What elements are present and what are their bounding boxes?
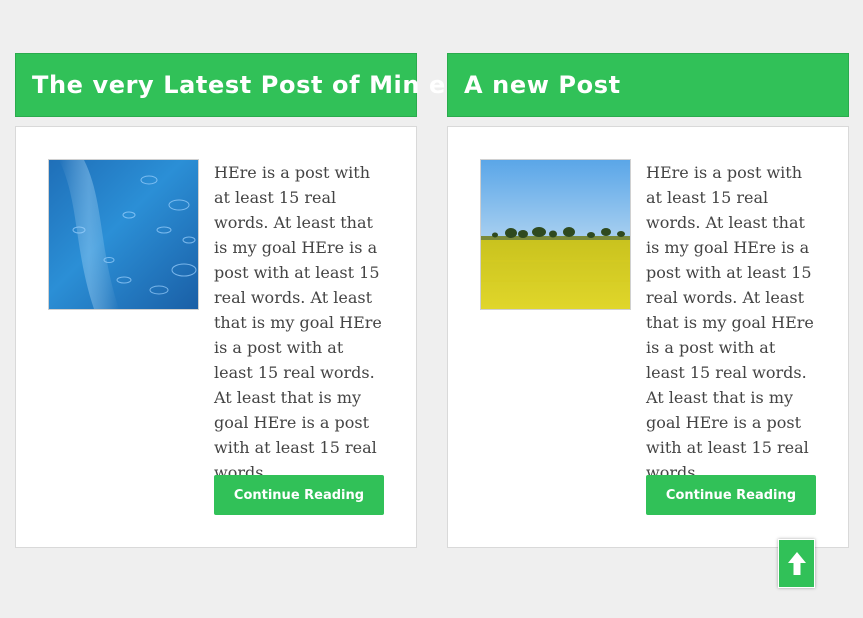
arrow-up-icon <box>787 551 806 575</box>
post-body: HEre is a post with at least 15 real wor… <box>15 126 417 548</box>
continue-reading-button[interactable]: Continue Reading <box>214 475 384 515</box>
post-card: A new Post HEre is a post with at least … <box>447 53 849 548</box>
post-excerpt: HEre is a post with at least 15 real wor… <box>214 163 382 482</box>
yellow-field-image <box>481 160 630 309</box>
post-card: The very Latest Post of Min e HEre is a … <box>15 53 445 548</box>
post-body: HEre is a post with at least 15 real wor… <box>447 126 849 548</box>
continue-reading-button[interactable]: Continue Reading <box>646 475 816 515</box>
post-thumbnail[interactable] <box>48 159 199 310</box>
post-header: The very Latest Post of Min e <box>15 53 445 117</box>
post-header: A new Post <box>447 53 849 117</box>
post-thumbnail[interactable] <box>480 159 631 310</box>
rain-water-image <box>49 160 198 309</box>
post-title[interactable]: A new Post <box>464 71 621 99</box>
back-to-top-button[interactable] <box>778 539 815 588</box>
post-excerpt: HEre is a post with at least 15 real wor… <box>646 163 814 482</box>
post-title[interactable]: The very Latest Post of Min e <box>32 71 446 99</box>
